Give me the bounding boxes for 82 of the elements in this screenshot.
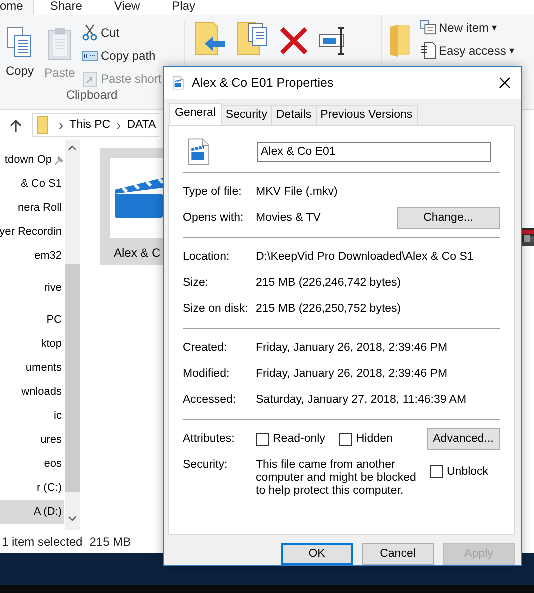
field-value: MKV File (.mkv)	[256, 186, 338, 198]
nav-item[interactable]: r (C:)	[0, 476, 64, 500]
pin-icon	[55, 156, 64, 164]
name-field[interactable]: Alex & Co E01	[257, 142, 491, 162]
status-text: 215 MB	[90, 534, 132, 548]
up-arrow-icon[interactable]	[10, 118, 22, 132]
nav-item[interactable]: PC	[0, 308, 64, 332]
ribbon-tab[interactable]: Play	[156, 0, 212, 15]
breadcrumb[interactable]: This PC	[70, 119, 111, 131]
group-label: Clipboard	[65, 88, 119, 104]
clapperboard-icon	[113, 178, 163, 218]
address-bar[interactable]: › This PC › DATA	[32, 113, 159, 137]
field-label: Attributes:	[183, 433, 236, 445]
nav-item[interactable]: A (D:)	[0, 500, 64, 524]
scissors-icon	[82, 24, 98, 41]
new-item-icon	[420, 20, 436, 35]
field-value: 215 MB (226,250,752 bytes)	[256, 303, 402, 315]
ribbon-tab[interactable]: Share	[34, 0, 98, 15]
video-file-icon	[188, 138, 210, 166]
nav-item[interactable]: wnloads	[0, 380, 64, 404]
field-label: Size on disk:	[183, 303, 250, 315]
ribbon-button[interactable]: Cut	[82, 23, 162, 42]
nav-item[interactable]: nera Roll	[0, 196, 64, 220]
checkbox[interactable]: Unblock	[430, 465, 489, 478]
chevron: ›	[116, 117, 122, 133]
security-note: This file came from another computer and might be blocked to help protect this computer.	[256, 459, 418, 498]
dialog-button[interactable]: OK	[281, 543, 353, 565]
status-text: 1 item selected	[2, 534, 83, 548]
field-label: Security:	[183, 459, 229, 471]
nav-item[interactable]: ic	[0, 404, 64, 428]
field-value: Friday, January 26, 2018, 2:39:46 PM	[256, 368, 448, 380]
nav-item[interactable]: ktop	[0, 332, 64, 356]
field-label: Location:	[183, 251, 231, 263]
field-label: Size:	[183, 277, 210, 289]
field-value: Friday, January 26, 2018, 2:39:46 PM	[256, 342, 448, 354]
field-value: 215 MB (226,246,742 bytes)	[256, 277, 402, 289]
field-label: Created:	[183, 342, 228, 354]
field-label: Opens with:	[183, 212, 245, 224]
chevron: ›	[59, 117, 64, 133]
field-value: D:\KeepVid Pro Downloaded\Alex & Co S1	[256, 251, 474, 263]
change-button[interactable]: Change...	[397, 207, 500, 229]
nav-item[interactable]: rive	[0, 276, 64, 300]
clipboard-icon	[47, 27, 73, 61]
copy-to-icon[interactable]	[237, 22, 269, 56]
scroll-down-icon[interactable]	[68, 516, 77, 522]
field-value: Movies & TV	[256, 212, 321, 224]
field-label: Type of file:	[183, 186, 243, 198]
file-tile[interactable]: Alex & C	[100, 148, 163, 265]
nav-item[interactable]: tdown Op	[0, 148, 64, 172]
nav-item[interactable]: em32	[0, 244, 64, 268]
move-to-icon[interactable]	[195, 22, 227, 56]
nav-item[interactable]: uments	[0, 356, 64, 380]
checkbox[interactable]: Read-only	[256, 432, 326, 446]
ribbon-tab[interactable]: View	[98, 0, 156, 15]
field-label: Modified:	[183, 368, 231, 380]
path-icon	[82, 50, 98, 60]
tab[interactable]: General	[169, 103, 222, 125]
ribbon-button[interactable]: Copy	[0, 21, 40, 88]
nav-item[interactable]: ures	[0, 428, 64, 452]
field-value: Saturday, January 27, 2018, 11:46:39 AM	[256, 394, 467, 406]
shortcut-icon	[83, 70, 97, 86]
dialog-button[interactable]: Cancel	[362, 543, 434, 565]
scroll-up-icon[interactable]	[68, 145, 77, 151]
nav-item[interactable]: eos	[0, 452, 64, 476]
document-icon	[420, 42, 436, 59]
ribbon-button[interactable]: Easy access ▾	[420, 41, 514, 60]
ribbon-button[interactable]: Copy path	[82, 46, 162, 65]
scrollbar[interactable]	[65, 140, 80, 530]
close-icon[interactable]	[499, 77, 511, 89]
nav-item[interactable]: & Co S1	[0, 172, 64, 196]
ribbon-button[interactable]: New item ▾	[420, 18, 514, 37]
window-title: Alex & Co E01 Properties	[192, 76, 335, 90]
window-icon	[173, 76, 184, 90]
delete-icon[interactable]	[279, 26, 309, 56]
checkbox[interactable]: Hidden	[339, 432, 393, 446]
tab[interactable]: Previous Versions	[316, 105, 418, 125]
field-label: Accessed:	[183, 394, 238, 406]
advanced-button[interactable]: Advanced...	[427, 428, 500, 450]
breadcrumb[interactable]: DATA	[127, 119, 156, 131]
copy-icon	[7, 27, 33, 59]
ribbon-tab[interactable]: ome	[0, 0, 34, 15]
nav-item[interactable]: yer Recordin	[0, 220, 64, 244]
